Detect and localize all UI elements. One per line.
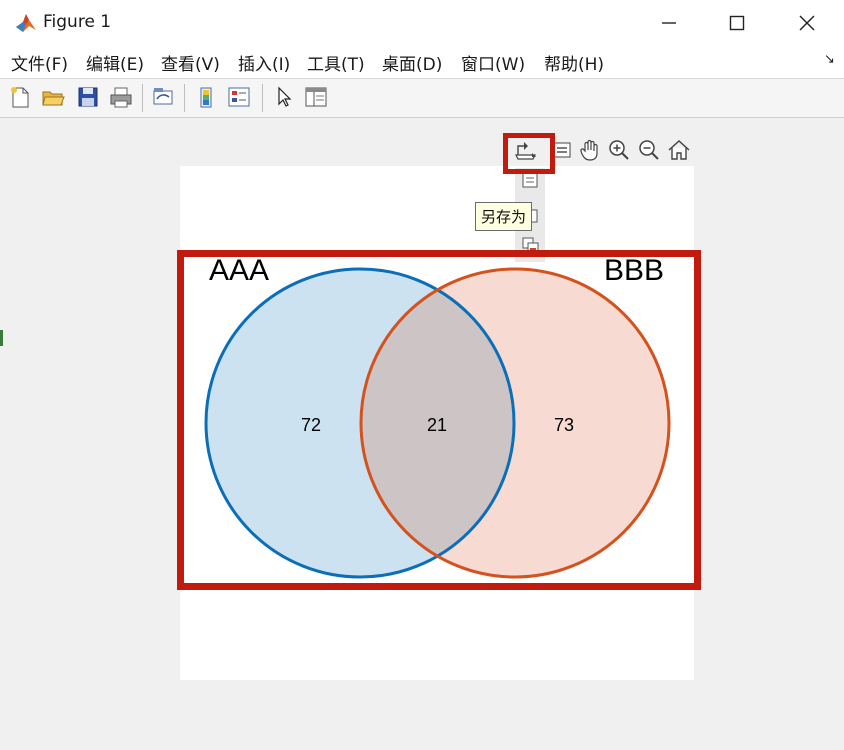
window-title: Figure 1: [43, 12, 112, 32]
maximize-button[interactable]: [708, 0, 766, 46]
legend-icon: [228, 87, 250, 107]
open-file-button[interactable]: [39, 83, 67, 111]
close-button[interactable]: [778, 0, 836, 46]
link-plot-icon: [153, 88, 173, 105]
new-figure-button[interactable]: [6, 83, 34, 111]
close-icon: [799, 15, 815, 31]
matlab-logo-icon: [14, 11, 38, 35]
home-icon: [668, 139, 690, 160]
save-button[interactable]: [74, 83, 102, 111]
zoom-out-icon: [639, 140, 659, 160]
insert-legend-button[interactable]: [225, 83, 253, 111]
edit-plot-button[interactable]: [270, 83, 298, 111]
menu-help[interactable]: 帮助(H): [544, 50, 604, 75]
restore-view-button[interactable]: [665, 136, 693, 164]
toolbar-separator: [142, 84, 143, 112]
minimize-button[interactable]: [640, 0, 698, 46]
menu-tools[interactable]: 工具(T): [307, 50, 365, 75]
venn-highlight-box: [177, 250, 701, 590]
print-button[interactable]: [107, 83, 135, 111]
zoom-out-button[interactable]: [635, 136, 663, 164]
menu-file[interactable]: 文件(F): [11, 50, 68, 75]
insert-colorbar-button[interactable]: [192, 83, 220, 111]
open-folder-icon: [42, 91, 65, 106]
menu-desktop[interactable]: 桌面(D): [382, 50, 442, 75]
pan-button[interactable]: [576, 136, 604, 164]
maximize-icon: [729, 15, 745, 31]
hand-icon: [580, 139, 598, 161]
printer-icon: [110, 87, 132, 108]
toolbar-separator: [262, 84, 263, 112]
menu-insert[interactable]: 插入(I): [238, 50, 290, 75]
link-plot-button[interactable]: [149, 83, 177, 111]
colorbar-icon: [200, 87, 212, 108]
property-panel-icon: [305, 87, 327, 107]
pointer-arrow-icon: [278, 86, 292, 107]
edge-marker: [0, 330, 3, 346]
floppy-disk-icon: [78, 87, 98, 107]
zoom-in-icon: [609, 140, 629, 160]
menu-edit[interactable]: 编辑(E): [86, 50, 144, 75]
menu-window[interactable]: 窗口(W): [461, 50, 525, 75]
minimize-icon: [662, 22, 676, 24]
zoom-in-button[interactable]: [605, 136, 633, 164]
menu-overflow-arrow-icon[interactable]: ↘: [824, 52, 835, 67]
new-file-icon: [11, 87, 29, 108]
property-inspector-button[interactable]: [302, 83, 330, 111]
menu-view[interactable]: 查看(V): [161, 50, 220, 75]
toolbar-separator: [184, 84, 185, 112]
